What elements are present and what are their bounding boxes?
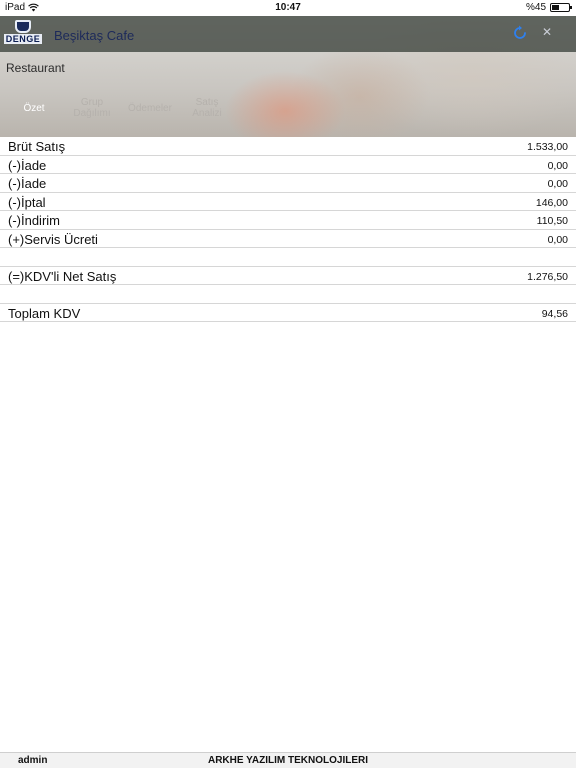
row-value: 0,00: [547, 178, 568, 190]
net-sales-row: (=)KDV'li Net Satış 1.276,50: [0, 267, 576, 285]
row-value: 0,00: [547, 159, 568, 172]
row-value: 146,00: [535, 196, 568, 209]
table-row: Brüt Satış 1.533,00: [0, 137, 576, 156]
clock: 10:47: [275, 2, 301, 13]
tab-bar: Özet Grup Dağılımı Ödemeler Satış Analiz…: [0, 84, 576, 132]
tab-odemeler[interactable]: Ödemeler: [122, 84, 178, 132]
table-row: (-)İade 0,00: [0, 156, 576, 174]
row-value: 0,00: [547, 233, 568, 246]
row-value: 1.276,50: [527, 270, 568, 283]
table-row: (-)İade 0,00: [0, 174, 576, 193]
logo-text: DENGE: [3, 34, 43, 44]
footer-bar: admin ARKHE YAZILIM TEKNOLOJILERI: [0, 752, 576, 768]
row-label: (=)KDV'li Net Satış: [8, 268, 117, 284]
row-label: (-)İptal: [8, 194, 46, 210]
status-bar: iPad 10:47 %45: [0, 0, 576, 16]
close-icon[interactable]: ✕: [542, 25, 552, 39]
denge-logo: DENGE: [3, 20, 43, 50]
summary-table: Brüt Satış 1.533,00 (-)İade 0,00 (-)İade…: [0, 137, 576, 322]
row-label: (-)İade: [8, 157, 47, 173]
row-value: 94,56: [541, 307, 568, 320]
total-vat-row: Toplam KDV 94,56: [0, 304, 576, 322]
row-label: Brüt Satış: [8, 139, 66, 154]
row-value: 110,50: [536, 215, 568, 227]
row-divider: [0, 285, 576, 304]
battery-fill: [552, 5, 559, 10]
table-row: (-)İptal 146,00: [0, 193, 576, 211]
company-name: ARKHE YAZILIM TEKNOLOJILERI: [207, 755, 368, 766]
section-label: Restaurant: [6, 61, 65, 75]
table-row: (+)Servis Ücreti 0,00: [0, 230, 576, 248]
row-label: Toplam KDV: [8, 305, 81, 321]
tab-grup-dagilimi[interactable]: Grup Dağılımı: [66, 84, 118, 132]
battery-icon: [550, 3, 572, 12]
row-value: 1.533,00: [527, 141, 568, 153]
refresh-icon[interactable]: [511, 24, 529, 42]
status-right: %45: [525, 2, 572, 13]
cup-icon: [15, 20, 31, 33]
tab-ozet[interactable]: Özet: [12, 84, 56, 132]
page-title: Beşiktaş Cafe: [54, 28, 135, 43]
row-label: (-)İade: [8, 176, 47, 191]
row-label: (+)Servis Ücreti: [8, 231, 98, 247]
tab-satis-analizi[interactable]: Satış Analizi: [182, 84, 232, 132]
table-row: (-)İndirim 110,50: [0, 211, 576, 230]
row-divider: [0, 248, 576, 267]
row-label: (-)İndirim: [8, 213, 60, 228]
battery-percent: %45: [525, 2, 546, 13]
